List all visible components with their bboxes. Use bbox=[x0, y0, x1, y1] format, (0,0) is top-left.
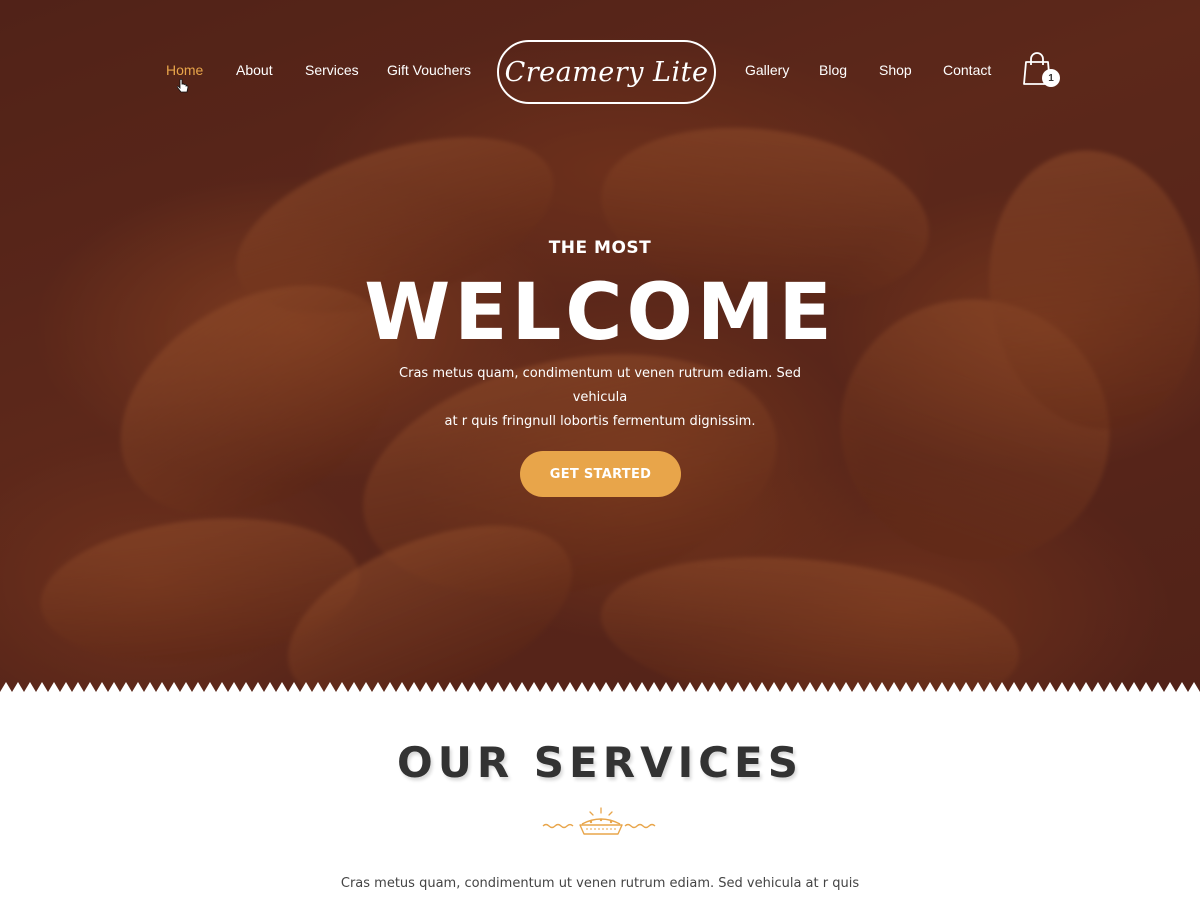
nav-gallery[interactable]: Gallery bbox=[745, 62, 789, 82]
hand-cursor-icon bbox=[177, 79, 189, 93]
cart-button[interactable]: 1 bbox=[1022, 52, 1062, 90]
nav-about[interactable]: About bbox=[236, 62, 273, 82]
nav-gift-vouchers[interactable]: Gift Vouchers bbox=[387, 62, 471, 82]
nav-blog[interactable]: Blog bbox=[819, 62, 847, 82]
hero-headline: WELCOME bbox=[364, 268, 836, 358]
nav-shop[interactable]: Shop bbox=[879, 62, 912, 82]
hero-subtitle-line: at r quis fringnull lobortis fermentum d… bbox=[444, 414, 756, 429]
hero-eyebrow: THE MOST bbox=[548, 238, 652, 258]
get-started-button[interactable]: GET STARTED bbox=[520, 451, 681, 497]
nav-services[interactable]: Services bbox=[305, 62, 359, 82]
zigzag-divider bbox=[0, 682, 1200, 694]
nav-contact[interactable]: Contact bbox=[943, 62, 991, 82]
cart-count-badge: 1 bbox=[1042, 69, 1060, 87]
services-description: Cras metus quam, condimentum ut venen ru… bbox=[340, 876, 860, 891]
pie-icon bbox=[542, 807, 656, 835]
hero-subtitle: Cras metus quam, condimentum ut venen ru… bbox=[390, 362, 810, 434]
services-title: OUR SERVICES bbox=[397, 738, 803, 787]
hero-subtitle-line: Cras metus quam, condimentum ut venen ru… bbox=[399, 366, 801, 405]
site-logo[interactable]: Creamery Lite bbox=[497, 40, 716, 104]
